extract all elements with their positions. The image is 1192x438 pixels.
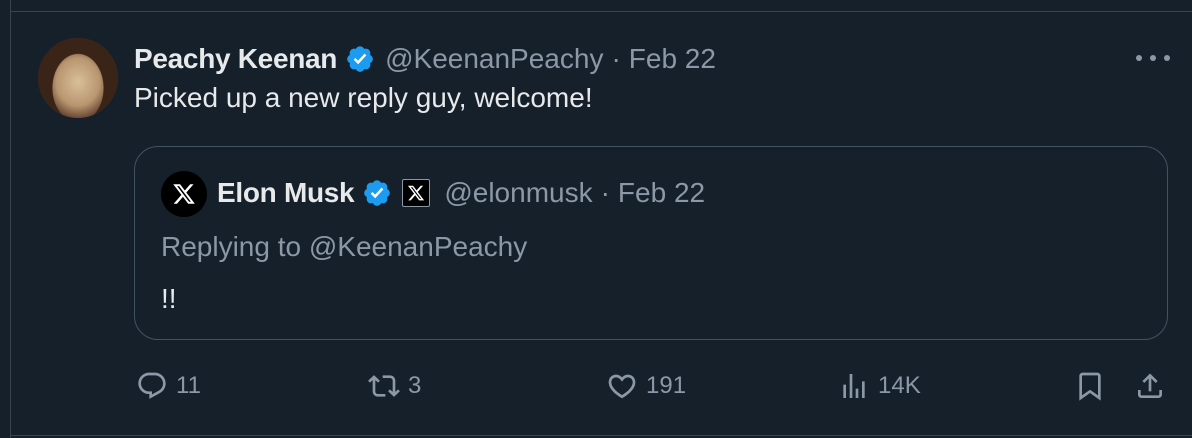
quoted-avatar[interactable] — [161, 171, 207, 217]
tweet-text: Picked up a new reply guy, welcome! — [134, 82, 593, 113]
bottom-divider — [10, 435, 1192, 436]
verified-badge-icon — [345, 44, 375, 74]
like-count: 191 — [646, 372, 687, 399]
views-count: 14K — [878, 372, 921, 399]
reply-button[interactable]: 11 — [136, 366, 201, 406]
like-button[interactable]: 191 — [606, 366, 686, 406]
separator-dot: · — [600, 177, 610, 208]
author-name[interactable]: Peachy Keenan — [134, 43, 337, 75]
replying-to: Replying to @KeenanPeachy — [161, 231, 528, 262]
repost-icon — [368, 375, 400, 397]
share-icon — [1138, 373, 1162, 398]
verified-badge-icon — [362, 178, 392, 208]
bookmark-button[interactable] — [1074, 366, 1106, 406]
x-logo-icon — [402, 179, 431, 207]
quoted-tweet[interactable]: Elon Musk @elonmusk · Feb 22 Replying to… — [134, 146, 1168, 340]
repost-count: 3 — [408, 372, 422, 399]
separator-dot: · — [611, 43, 621, 74]
quoted-author-handle[interactable]: @elonmusk — [444, 177, 592, 209]
quoted-date[interactable]: Feb 22 — [618, 177, 705, 209]
quoted-author-name[interactable]: Elon Musk — [217, 177, 355, 209]
views-icon — [843, 374, 865, 398]
thread-line — [10, 0, 11, 438]
like-icon — [608, 374, 636, 399]
tweet-date[interactable]: Feb 22 — [629, 43, 716, 75]
tweet-header: Peachy Keenan @KeenanPeachy · Feb 22 — [134, 40, 716, 78]
share-button[interactable] — [1134, 366, 1166, 406]
x-logo-icon — [173, 184, 195, 204]
repost-button[interactable]: 3 — [368, 366, 421, 406]
reply-count: 11 — [176, 372, 201, 399]
more-icon[interactable] — [1136, 48, 1170, 68]
quoted-header: Elon Musk @elonmusk · Feb 22 — [217, 174, 705, 212]
avatar-image — [38, 38, 118, 118]
top-divider — [10, 11, 1192, 12]
bookmark-icon — [1079, 372, 1101, 401]
avatar[interactable] — [38, 38, 118, 118]
quoted-text: !! — [161, 283, 177, 314]
reply-icon — [138, 372, 166, 399]
author-handle[interactable]: @KeenanPeachy — [385, 43, 603, 75]
views-button[interactable]: 14K — [838, 366, 921, 406]
